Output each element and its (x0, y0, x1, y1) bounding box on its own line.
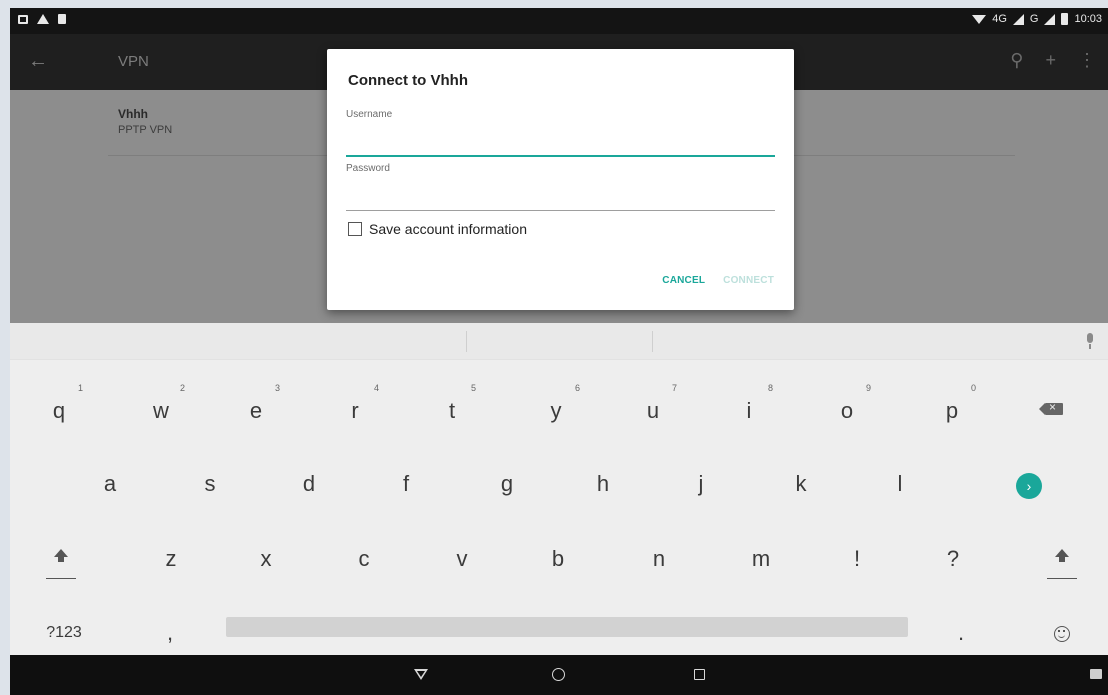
wifi-icon (972, 14, 987, 24)
overflow-menu-icon[interactable]: ⋮ (1078, 50, 1096, 71)
key-s[interactable]: s (180, 464, 240, 504)
key-e[interactable]: e3 (226, 383, 286, 431)
keyboard-switch-icon[interactable] (1090, 669, 1102, 679)
soft-keyboard: q1 w2 e3 r4 t5 y6 u7 i8 o9 p0 a s d f g … (10, 323, 1108, 655)
save-account-label: Save account information (369, 221, 527, 237)
key-p[interactable]: p0 (922, 383, 982, 431)
app-bar-actions: ⚲ + ⋮ (1010, 50, 1096, 71)
key-w[interactable]: w2 (131, 383, 191, 431)
key-h[interactable]: h (573, 464, 633, 504)
symbols-key[interactable]: ?123 (34, 613, 94, 653)
username-input[interactable] (346, 133, 775, 157)
key-i[interactable]: i8 (719, 383, 779, 431)
cancel-button[interactable]: CANCEL (662, 275, 705, 286)
password-label: Password (346, 163, 390, 174)
key-r[interactable]: r4 (325, 383, 385, 431)
key-x[interactable]: x (236, 539, 296, 579)
backspace-icon[interactable] (1039, 400, 1063, 415)
key-c[interactable]: c (334, 539, 394, 579)
key-period[interactable]: . (931, 613, 991, 653)
key-m[interactable]: m (731, 539, 791, 579)
signal-icon (1012, 13, 1024, 25)
network-type-2: G (1029, 13, 1039, 25)
key-d[interactable]: d (279, 464, 339, 504)
key-t[interactable]: t5 (422, 383, 482, 431)
sim-icon (58, 14, 66, 24)
username-label: Username (346, 109, 393, 120)
vpn-type: PPTP VPN (118, 124, 173, 136)
key-a[interactable]: a (80, 464, 140, 504)
dialog-actions: CANCEL CONNECT (662, 275, 774, 286)
key-f[interactable]: f (376, 464, 436, 504)
key-comma[interactable]: , (140, 613, 200, 653)
status-bar: 4G G 10:03 (10, 8, 1108, 34)
nav-home-icon[interactable] (552, 668, 565, 681)
key-l[interactable]: l (870, 464, 930, 504)
connect-dialog: Connect to Vhhh Username Password Save a… (327, 49, 794, 310)
emoji-icon[interactable] (1054, 626, 1070, 642)
save-account-checkbox[interactable] (348, 222, 362, 236)
microphone-icon[interactable] (1082, 333, 1098, 351)
spacebar[interactable] (226, 617, 908, 637)
key-v[interactable]: v (432, 539, 492, 579)
key-b[interactable]: b (528, 539, 588, 579)
shift-left-icon[interactable] (46, 541, 76, 581)
key-g[interactable]: g (477, 464, 537, 504)
key-q[interactable]: q1 (29, 383, 89, 431)
warning-icon (37, 14, 49, 24)
key-j[interactable]: j (671, 464, 731, 504)
back-arrow-icon[interactable]: ← (28, 50, 48, 73)
key-o[interactable]: o9 (817, 383, 877, 431)
suggestion-bar (10, 323, 1108, 360)
message-icon (18, 14, 28, 24)
clock: 10:03 (1074, 13, 1102, 25)
battery-icon (1061, 13, 1069, 25)
search-icon[interactable]: ⚲ (1010, 50, 1023, 71)
dialog-title: Connect to Vhhh (348, 72, 468, 89)
save-account-row[interactable]: Save account information (348, 221, 527, 237)
status-icons-left (18, 14, 66, 24)
page-title: VPN (118, 53, 149, 70)
signal-icon-2 (1044, 13, 1056, 25)
shift-right-icon[interactable] (1047, 541, 1077, 581)
navigation-bar (10, 655, 1108, 695)
connect-button[interactable]: CONNECT (723, 275, 774, 286)
vpn-name: Vhhh (118, 107, 148, 121)
key-k[interactable]: k (771, 464, 831, 504)
password-input[interactable] (346, 187, 775, 211)
nav-recents-icon[interactable] (694, 669, 705, 680)
next-arrow-icon[interactable]: › (1016, 473, 1042, 499)
network-type: 4G (992, 13, 1007, 25)
key-u[interactable]: u7 (623, 383, 683, 431)
key-n[interactable]: n (629, 539, 689, 579)
nav-back-icon[interactable] (414, 669, 428, 680)
device-screen: 4G G 10:03 ← VPN ⚲ + ⋮ Vhhh PPTP VPN Con… (10, 8, 1108, 695)
key-question[interactable]: ? (923, 539, 983, 579)
key-exclamation[interactable]: ! (827, 539, 887, 579)
key-z[interactable]: z (141, 539, 201, 579)
suggestion-divider (466, 331, 467, 352)
suggestion-divider (652, 331, 653, 352)
status-icons-right: 4G G 10:03 (972, 13, 1102, 25)
key-y[interactable]: y6 (526, 383, 586, 431)
add-icon[interactable]: + (1045, 50, 1056, 71)
